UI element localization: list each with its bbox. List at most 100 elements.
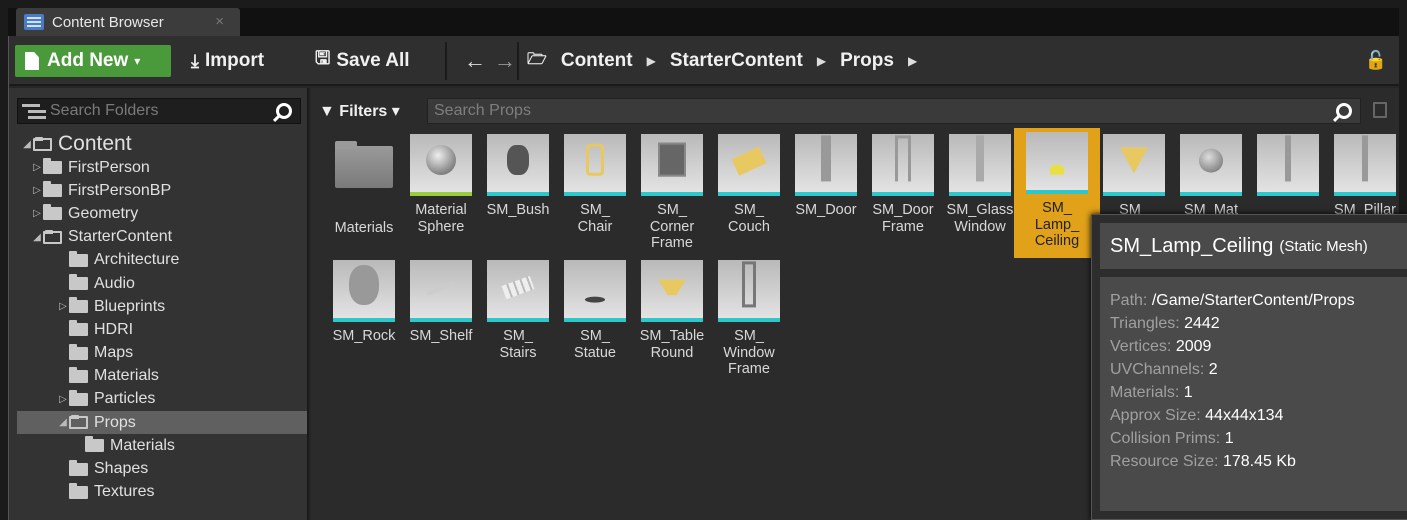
save-icon: 🖫: [315, 48, 331, 68]
asset-tile[interactable]: SM_ Couch: [712, 134, 786, 235]
expand-arrow-icon[interactable]: ▷: [57, 301, 69, 312]
detail-value: /Game/StarterContent/Props: [1151, 292, 1355, 309]
folder-tree-item[interactable]: ▷ FirstPersonBP: [17, 179, 307, 202]
asset-tile[interactable]: SM_ Stairs: [481, 260, 555, 361]
expand-arrow-icon[interactable]: ◢: [57, 417, 69, 428]
asset-search-input[interactable]: Search Props: [428, 102, 1336, 120]
asset-preview-shape: [501, 275, 535, 300]
asset-thumbnail: [487, 260, 549, 322]
folder-tree-item[interactable]: Architecture: [17, 249, 307, 272]
tooltip-asset-type: (Static Mesh): [1279, 237, 1368, 255]
lock-icon[interactable]: 🔓: [1365, 50, 1387, 71]
folder-label: StarterContent: [68, 228, 173, 246]
breadcrumb-arrow-icon[interactable]: ▶: [908, 54, 917, 68]
filters-button[interactable]: ▼ Filters ▾: [319, 101, 429, 121]
asset-tile[interactable]: SM_Door: [789, 134, 863, 219]
asset-tile[interactable]: SM_Rock: [327, 260, 401, 345]
asset-label: SM_Door Frame: [872, 202, 934, 235]
save-all-button[interactable]: 🖫 Save All: [315, 45, 410, 77]
asset-tile[interactable]: SM_Door Frame: [866, 134, 940, 235]
folder-tree-item[interactable]: Audio: [17, 272, 307, 295]
asset-tile[interactable]: SM_Pillar: [1328, 134, 1402, 219]
asset-preview-shape: [1120, 147, 1148, 174]
asset-preview-shape: [976, 135, 984, 182]
import-button[interactable]: ⤓ Import: [191, 45, 264, 77]
folder-tree-item[interactable]: ▷ Particles: [17, 388, 307, 411]
back-arrow-icon[interactable]: ←: [464, 48, 486, 74]
asset-tile[interactable]: [1251, 134, 1325, 202]
asset-thumbnail: [1180, 134, 1242, 196]
expand-arrow-icon[interactable]: ▷: [31, 162, 43, 173]
folder-icon: [69, 482, 88, 499]
forward-arrow-icon[interactable]: →: [494, 48, 516, 74]
save-search-icon[interactable]: [1373, 102, 1387, 118]
folder-tree-item[interactable]: ◢ Content: [17, 132, 307, 156]
folder-tree-item[interactable]: ▷ Geometry: [17, 202, 307, 225]
asset-thumbnail: [1026, 132, 1088, 194]
breadcrumb-arrow-icon[interactable]: ▶: [647, 54, 656, 68]
folder-tree-item[interactable]: Materials: [17, 365, 307, 388]
asset-preview-shape: [349, 265, 379, 305]
asset-tile[interactable]: Materials: [327, 134, 401, 237]
folder-tree-item[interactable]: ▷ Blueprints: [17, 295, 307, 318]
folder-tree-item[interactable]: ◢ StarterContent: [17, 226, 307, 249]
folder-tree-item[interactable]: Shapes: [17, 457, 307, 480]
breadcrumb-arrow-icon[interactable]: ▶: [817, 54, 826, 68]
asset-tile[interactable]: SM_ Corner Frame: [635, 134, 709, 252]
asset-thumbnail: [410, 134, 472, 196]
asset-thumbnail: [1334, 134, 1396, 196]
folder-label: HDRI: [94, 320, 134, 338]
asset-tile[interactable]: SM_Shelf: [404, 260, 478, 345]
folder-tree-item[interactable]: Maps: [17, 342, 307, 365]
tooltip-detail-row: UVChannels: 2: [1110, 358, 1397, 381]
asset-tile[interactable]: SM_ Chair: [558, 134, 632, 235]
asset-tile[interactable]: SM_: [1097, 134, 1171, 219]
detail-value: 44x44x134: [1205, 407, 1284, 424]
breadcrumb-item-startercontent[interactable]: StarterContent: [670, 50, 803, 72]
asset-tile[interactable]: Material Sphere: [404, 134, 478, 235]
detail-value: 1: [1224, 430, 1234, 447]
breadcrumb-item-props[interactable]: Props: [840, 50, 894, 72]
tree-view-icon[interactable]: [22, 103, 44, 119]
close-icon[interactable]: ×: [215, 13, 224, 30]
breadcrumb: 🗁 Content ▶ StarterContent ▶ Props ▶: [527, 45, 931, 77]
folder-icon: [69, 297, 88, 314]
asset-thumbnail: [641, 260, 703, 322]
expand-arrow-icon[interactable]: ▷: [31, 185, 43, 196]
asset-tile[interactable]: SM_Table Round: [635, 260, 709, 361]
asset-preview-shape: [731, 146, 767, 176]
asset-tile[interactable]: SM_ Statue: [558, 260, 632, 361]
asset-search-box[interactable]: Search Props: [427, 98, 1361, 124]
asset-thumbnail: [1103, 134, 1165, 196]
toolbar: Add New ▾ ⤓ Import 🖫 Save All ← → 🗁 Cont…: [9, 36, 1399, 86]
tab-content-browser[interactable]: Content Browser ×: [16, 8, 240, 36]
folder-label: Materials: [94, 367, 159, 385]
folder-tree-item[interactable]: ▷ FirstPerson: [17, 156, 307, 179]
search-icon: [276, 103, 292, 119]
folder-tree-item[interactable]: ◢ Props: [17, 411, 307, 435]
folder-search-box[interactable]: Search Folders: [17, 98, 301, 124]
asset-thumbnail: [564, 260, 626, 322]
add-new-button[interactable]: Add New ▾: [15, 45, 171, 77]
toolbar-divider: [517, 42, 519, 80]
asset-tile[interactable]: SM_Bush: [481, 134, 555, 219]
folder-search-input[interactable]: Search Folders: [44, 102, 276, 120]
folder-tree-item[interactable]: Textures: [17, 481, 307, 504]
breadcrumb-item-content[interactable]: Content: [561, 50, 633, 72]
add-new-label: Add New: [47, 50, 129, 71]
asset-tile[interactable]: SM_Glass Window: [943, 134, 1017, 235]
asset-tile[interactable]: SM_Mat: [1174, 134, 1248, 219]
detail-key: Approx Size:: [1110, 407, 1206, 424]
asset-preview-shape: [658, 142, 686, 177]
expand-arrow-icon[interactable]: ◢: [21, 139, 33, 150]
folder-tree-item[interactable]: Materials: [17, 434, 307, 457]
expand-arrow-icon[interactable]: ▷: [57, 394, 69, 405]
asset-tile[interactable]: SM_ Lamp_ Ceiling: [1014, 128, 1100, 258]
asset-label: SM_Rock: [332, 328, 396, 344]
folder-open-icon: [43, 229, 62, 244]
expand-arrow-icon[interactable]: ▷: [31, 208, 43, 219]
folder-tree-item[interactable]: HDRI: [17, 318, 307, 341]
asset-tile[interactable]: SM_ Window Frame: [712, 260, 786, 378]
expand-arrow-icon[interactable]: ◢: [31, 232, 43, 243]
asset-thumbnail: [718, 134, 780, 196]
